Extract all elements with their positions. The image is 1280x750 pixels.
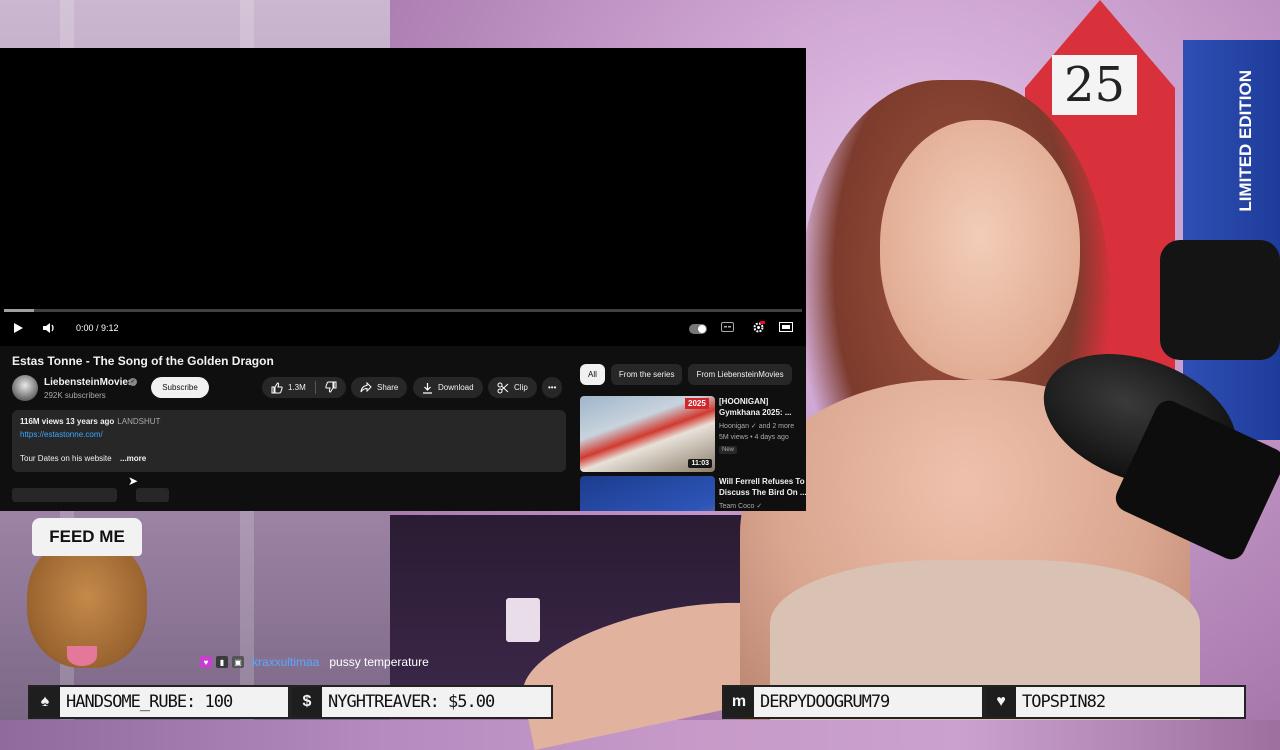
- dog-hat-text: FEED ME: [32, 518, 142, 556]
- download-icon: [423, 382, 432, 394]
- channel-name[interactable]: LiebensteinMovies: [44, 377, 133, 388]
- play-icon: [14, 323, 23, 333]
- video-player[interactable]: 0:00 / 9:12: [0, 48, 806, 346]
- captions-button[interactable]: [720, 321, 734, 333]
- like-button[interactable]: 1.3M: [271, 381, 306, 394]
- dollar-icon: $: [292, 687, 322, 717]
- description-text: Tour Dates on his website: [20, 454, 112, 463]
- dog-tongue: [67, 646, 97, 666]
- theater-icon: [779, 322, 793, 332]
- chat-message: ♥ ▮ ▣ kraxxultimaa pussy temperature: [200, 655, 429, 669]
- ticker-item: m DERPYDOOGRUM79: [722, 685, 984, 719]
- progress-bar[interactable]: [4, 309, 802, 312]
- gear-icon: [753, 320, 765, 332]
- recommended-channel[interactable]: Team Coco ✓: [719, 502, 762, 510]
- new-badge: New: [719, 446, 738, 454]
- progress-buffered: [4, 309, 34, 312]
- captions-icon: [720, 322, 734, 332]
- heart-icon: ♥: [986, 687, 1016, 717]
- ticker-item: ♥ TOPSPIN82: [984, 685, 1246, 719]
- youtube-window: 0:00 / 9:12 Estas Tonne - The Song of th…: [0, 48, 806, 511]
- channel-avatar[interactable]: [12, 375, 38, 401]
- like-dislike-group: 1.3M: [262, 377, 346, 398]
- ticker-text: NYGHTREAVER: $5.00: [328, 692, 495, 712]
- ticker-text: DERPYDOOGRUM79: [760, 692, 890, 712]
- volume-button[interactable]: [40, 320, 58, 336]
- video-thumbnail[interactable]: [580, 476, 715, 511]
- ticker-item: $ NYGHTREAVER: $5.00: [290, 685, 553, 719]
- subscriber-count: 292K subscribers: [44, 391, 106, 400]
- description-box[interactable]: 116M views 13 years ago LANDSHUT https://…: [12, 410, 566, 472]
- gift-badge-icon: ▣: [232, 656, 244, 668]
- description-meta: 116M views 13 years ago LANDSHUT: [20, 417, 160, 426]
- dislike-button[interactable]: [325, 381, 337, 395]
- more-actions-button[interactable]: •••: [542, 377, 563, 398]
- spade-icon: ♠: [30, 687, 60, 717]
- sign-number: 25: [1052, 55, 1138, 115]
- thumbs-down-icon: [325, 381, 337, 393]
- share-button[interactable]: Share: [351, 377, 408, 398]
- scissors-icon: [497, 382, 509, 393]
- m-icon: m: [724, 687, 754, 717]
- theater-button[interactable]: [778, 321, 794, 333]
- video-duration: 11:03: [688, 459, 712, 468]
- divider: [314, 381, 316, 394]
- clip-label: Clip: [514, 383, 528, 392]
- subscribe-button[interactable]: Subscribe: [151, 377, 209, 398]
- subscriber-badge-icon: ▮: [216, 656, 228, 668]
- ticker-text: TOPSPIN82: [1022, 692, 1106, 712]
- settings-button[interactable]: [750, 320, 766, 334]
- dog-overlay: FEED ME: [22, 518, 152, 678]
- recommended-stats: 5M views • 4 days ago: [719, 434, 789, 441]
- recommended-video[interactable]: 2025 11:03 [HOONIGAN] Gymkhana 2025: ...…: [580, 396, 806, 472]
- filter-chips: All From the series From LiebensteinMovi…: [580, 364, 792, 385]
- mouse-cursor-icon: ➤: [128, 474, 139, 488]
- wall-outlet: [506, 598, 540, 642]
- blue-box-text: LIMITED EDITION: [1236, 70, 1255, 212]
- volume-icon: [43, 323, 54, 333]
- mic-arm: [1160, 240, 1280, 360]
- streamer-face: [880, 120, 1080, 380]
- clip-button[interactable]: Clip: [488, 377, 537, 398]
- share-label: Share: [377, 383, 399, 392]
- verified-icon: ✓: [129, 378, 137, 386]
- recommended-title[interactable]: [HOONIGAN] Gymkhana 2025: ...: [719, 396, 806, 418]
- location-tag[interactable]: LANDSHUT: [117, 417, 160, 426]
- chip-all[interactable]: All: [580, 364, 605, 385]
- thumbnail-badge: 2025: [685, 398, 709, 409]
- show-more-link[interactable]: ...more: [120, 454, 146, 463]
- loading-placeholder: [12, 488, 117, 502]
- recommended-channel[interactable]: Hoonigan ✓ and 2 more: [719, 422, 794, 430]
- heart-badge-icon: ♥: [200, 656, 212, 668]
- loading-placeholder: [136, 488, 169, 502]
- download-button[interactable]: Download: [413, 377, 483, 398]
- recommended-video[interactable]: Will Ferrell Refuses To Discuss The Bird…: [580, 476, 806, 511]
- video-title: Estas Tonne - The Song of the Golden Dra…: [12, 354, 274, 368]
- video-thumbnail[interactable]: 2025 11:03: [580, 396, 715, 472]
- time-display: 0:00 / 9:12: [76, 323, 119, 333]
- like-count: 1.3M: [288, 383, 306, 392]
- share-icon: [360, 382, 372, 393]
- chip-from-channel[interactable]: From LiebensteinMovies: [688, 364, 792, 385]
- download-label: Download: [438, 383, 474, 392]
- play-button[interactable]: [10, 320, 26, 336]
- website-link[interactable]: https://estastonne.com/: [20, 430, 103, 439]
- chip-from-series[interactable]: From the series: [610, 364, 683, 385]
- thumbs-up-icon: [271, 381, 283, 393]
- autoplay-toggle[interactable]: [689, 324, 707, 334]
- views-date: 116M views 13 years ago: [20, 417, 115, 426]
- ticker-text: HANDSOME_RUBE: 100: [66, 692, 233, 712]
- chat-text: pussy temperature: [329, 655, 429, 669]
- chat-username[interactable]: kraxxultimaa: [252, 655, 319, 669]
- recommended-title[interactable]: Will Ferrell Refuses To Discuss The Bird…: [719, 476, 806, 498]
- ticker-item: ♠ HANDSOME_RUBE: 100: [28, 685, 290, 719]
